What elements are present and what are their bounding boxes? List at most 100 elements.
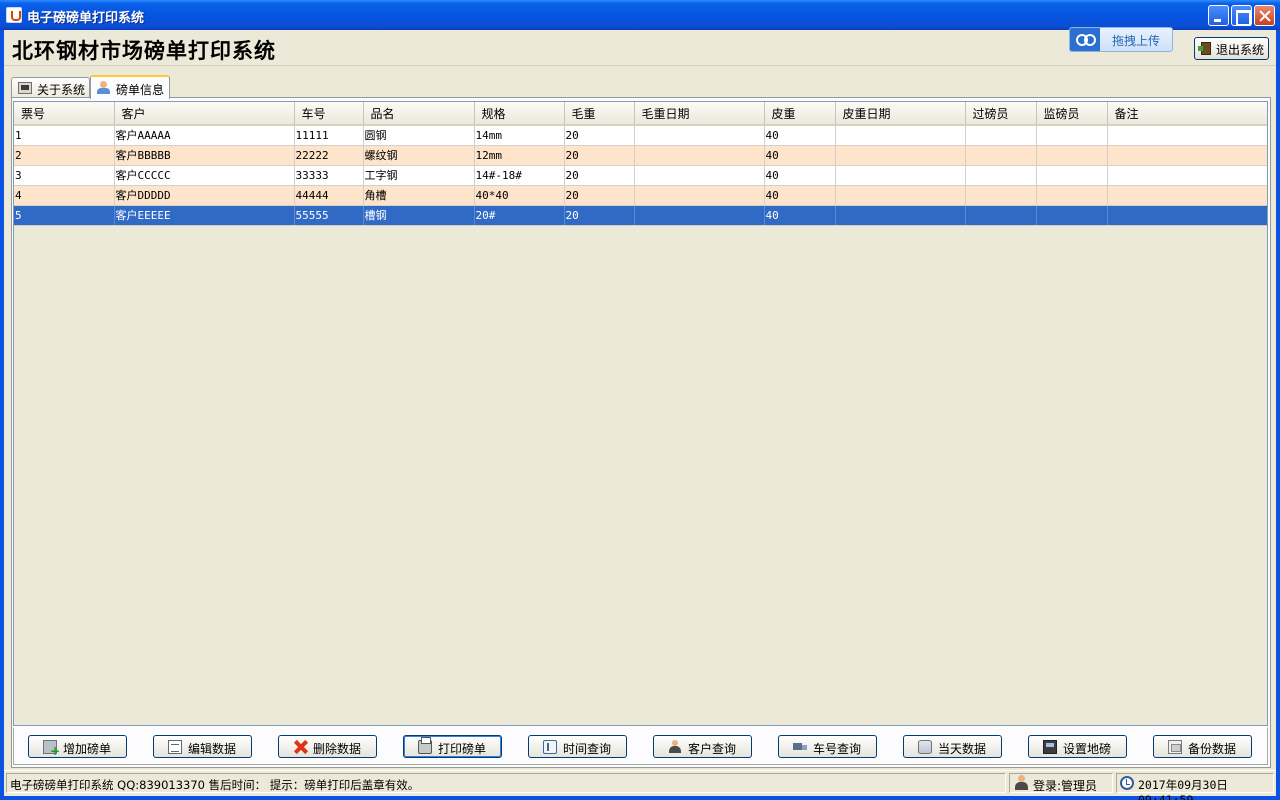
table-cell[interactable]: 40 <box>764 185 836 206</box>
table-cell[interactable]: 客户EEEEE <box>114 205 295 226</box>
table-cell[interactable]: 客户BBBBB <box>114 145 295 166</box>
minimize-button[interactable] <box>1208 5 1229 26</box>
table-cell[interactable]: 14mm <box>474 125 565 146</box>
table-cell[interactable]: 11111 <box>294 125 364 146</box>
table-cell[interactable] <box>1036 165 1108 186</box>
add-slip-button[interactable]: 增加磅单 <box>28 735 127 758</box>
java-app-icon <box>6 7 22 23</box>
customer-icon <box>668 740 682 754</box>
table-cell[interactable] <box>965 165 1037 186</box>
drag-upload-button[interactable]: 拖拽上传 <box>1069 27 1173 52</box>
table-cell[interactable]: 客户CCCCC <box>114 165 295 186</box>
table-cell[interactable] <box>835 205 966 226</box>
table-cell[interactable]: 螺纹钢 <box>363 145 475 166</box>
table-cell[interactable]: 20 <box>564 145 635 166</box>
table-cell[interactable] <box>1036 205 1108 226</box>
table-cell[interactable]: 20 <box>564 165 635 186</box>
table-cell[interactable] <box>1107 165 1267 186</box>
exit-system-button[interactable]: 退出系统 <box>1194 37 1269 60</box>
table-cell[interactable]: 20 <box>564 185 635 206</box>
column-header[interactable]: 票号 <box>14 102 115 126</box>
column-header[interactable]: 毛重日期 <box>634 102 765 126</box>
table-cell[interactable]: 1 <box>14 125 115 146</box>
plate-query-button[interactable]: 车号查询 <box>778 735 877 758</box>
backup-data-button[interactable]: 备份数据 <box>1153 735 1252 758</box>
customer-query-button[interactable]: 客户查询 <box>653 735 752 758</box>
table-row[interactable]: 2 客户BBBBB 22222 螺纹钢 12mm 20 40 <box>14 145 1267 166</box>
table-cell[interactable]: 5 <box>14 205 115 226</box>
column-header[interactable]: 监磅员 <box>1036 102 1108 126</box>
table-cell[interactable] <box>1107 125 1267 146</box>
column-header[interactable]: 过磅员 <box>965 102 1037 126</box>
close-button[interactable] <box>1254 5 1275 26</box>
table-cell[interactable]: 14#-18# <box>474 165 565 186</box>
table-cell[interactable]: 40*40 <box>474 185 565 206</box>
table-cell[interactable]: 20# <box>474 205 565 226</box>
table-cell[interactable]: 40 <box>764 125 836 146</box>
table-cell[interactable] <box>1107 205 1267 226</box>
table-cell[interactable]: 客户DDDDD <box>114 185 295 206</box>
table-cell[interactable]: 12mm <box>474 145 565 166</box>
table-cell[interactable] <box>835 165 966 186</box>
table-cell[interactable] <box>1036 185 1108 206</box>
table-cell[interactable]: 40 <box>764 165 836 186</box>
table-cell[interactable]: 40 <box>764 205 836 226</box>
table-cell[interactable] <box>965 185 1037 206</box>
print-slip-button[interactable]: 打印磅单 <box>403 735 502 758</box>
table-cell[interactable]: 33333 <box>294 165 364 186</box>
table-row-selected[interactable]: 5 客户EEEEE 55555 槽钢 20# 20 40 <box>14 205 1267 226</box>
table-cell[interactable] <box>1107 185 1267 206</box>
table-cell[interactable]: 22222 <box>294 145 364 166</box>
table-cell[interactable] <box>634 145 765 166</box>
table-cell[interactable] <box>634 165 765 186</box>
slip-table-container[interactable]: 票号 客户 车号 品名 规格 毛重 毛重日期 皮重 皮重日期 过磅员 监磅员 备注 1 客户AAAAA 1… <box>13 101 1268 726</box>
table-row[interactable]: 3 客户CCCCC 33333 工字钢 14#-18# 20 40 <box>14 165 1267 186</box>
table-cell[interactable]: 4 <box>14 185 115 206</box>
table-cell[interactable]: 3 <box>14 165 115 186</box>
table-cell[interactable]: 20 <box>564 205 635 226</box>
column-header[interactable]: 规格 <box>474 102 565 126</box>
table-body: 1 客户AAAAA 11111 圆钢 14mm 20 40 2 客户BBBBB 22222 螺纹钢 1… <box>14 125 1267 226</box>
table-cell[interactable] <box>835 125 966 146</box>
table-cell[interactable]: 20 <box>564 125 635 146</box>
edit-data-button[interactable]: 编辑数据 <box>153 735 252 758</box>
table-cell[interactable]: 槽钢 <box>363 205 475 226</box>
table-cell[interactable]: 客户AAAAA <box>114 125 295 146</box>
time-query-button[interactable]: 时间查询 <box>528 735 627 758</box>
table-cell[interactable]: 40 <box>764 145 836 166</box>
title-bar[interactable]: 电子磅磅单打印系统 <box>0 0 1280 30</box>
column-header[interactable]: 品名 <box>363 102 475 126</box>
table-cell[interactable] <box>634 205 765 226</box>
today-data-button[interactable]: 当天数据 <box>903 735 1002 758</box>
table-cell[interactable]: 角槽 <box>363 185 475 206</box>
edit-data-label: 编辑数据 <box>188 742 237 756</box>
delete-data-button[interactable]: 删除数据 <box>278 735 377 758</box>
set-scale-button[interactable]: 设置地磅 <box>1028 735 1127 758</box>
table-cell[interactable]: 圆钢 <box>363 125 475 146</box>
table-cell[interactable] <box>965 205 1037 226</box>
table-cell[interactable] <box>1036 145 1108 166</box>
table-cell[interactable]: 44444 <box>294 185 364 206</box>
table-cell[interactable] <box>835 145 966 166</box>
table-row[interactable]: 1 客户AAAAA 11111 圆钢 14mm 20 40 <box>14 125 1267 146</box>
tab-slip-info[interactable]: 磅单信息 <box>90 75 170 99</box>
table-row[interactable]: 4 客户DDDDD 44444 角槽 40*40 20 40 <box>14 185 1267 206</box>
column-header[interactable]: 车号 <box>294 102 364 126</box>
table-cell[interactable]: 2 <box>14 145 115 166</box>
tab-about-system[interactable]: 关于系统 <box>11 77 90 98</box>
table-cell[interactable] <box>634 185 765 206</box>
maximize-button[interactable] <box>1231 5 1252 26</box>
table-cell[interactable]: 工字钢 <box>363 165 475 186</box>
table-cell[interactable] <box>1107 145 1267 166</box>
column-header[interactable]: 皮重 <box>764 102 836 126</box>
table-cell[interactable] <box>835 185 966 206</box>
column-header[interactable]: 备注 <box>1107 102 1267 126</box>
table-cell[interactable]: 55555 <box>294 205 364 226</box>
table-cell[interactable] <box>965 145 1037 166</box>
column-header[interactable]: 客户 <box>114 102 295 126</box>
table-cell[interactable] <box>965 125 1037 146</box>
column-header[interactable]: 皮重日期 <box>835 102 966 126</box>
table-cell[interactable] <box>634 125 765 146</box>
table-cell[interactable] <box>1036 125 1108 146</box>
column-header[interactable]: 毛重 <box>564 102 635 126</box>
